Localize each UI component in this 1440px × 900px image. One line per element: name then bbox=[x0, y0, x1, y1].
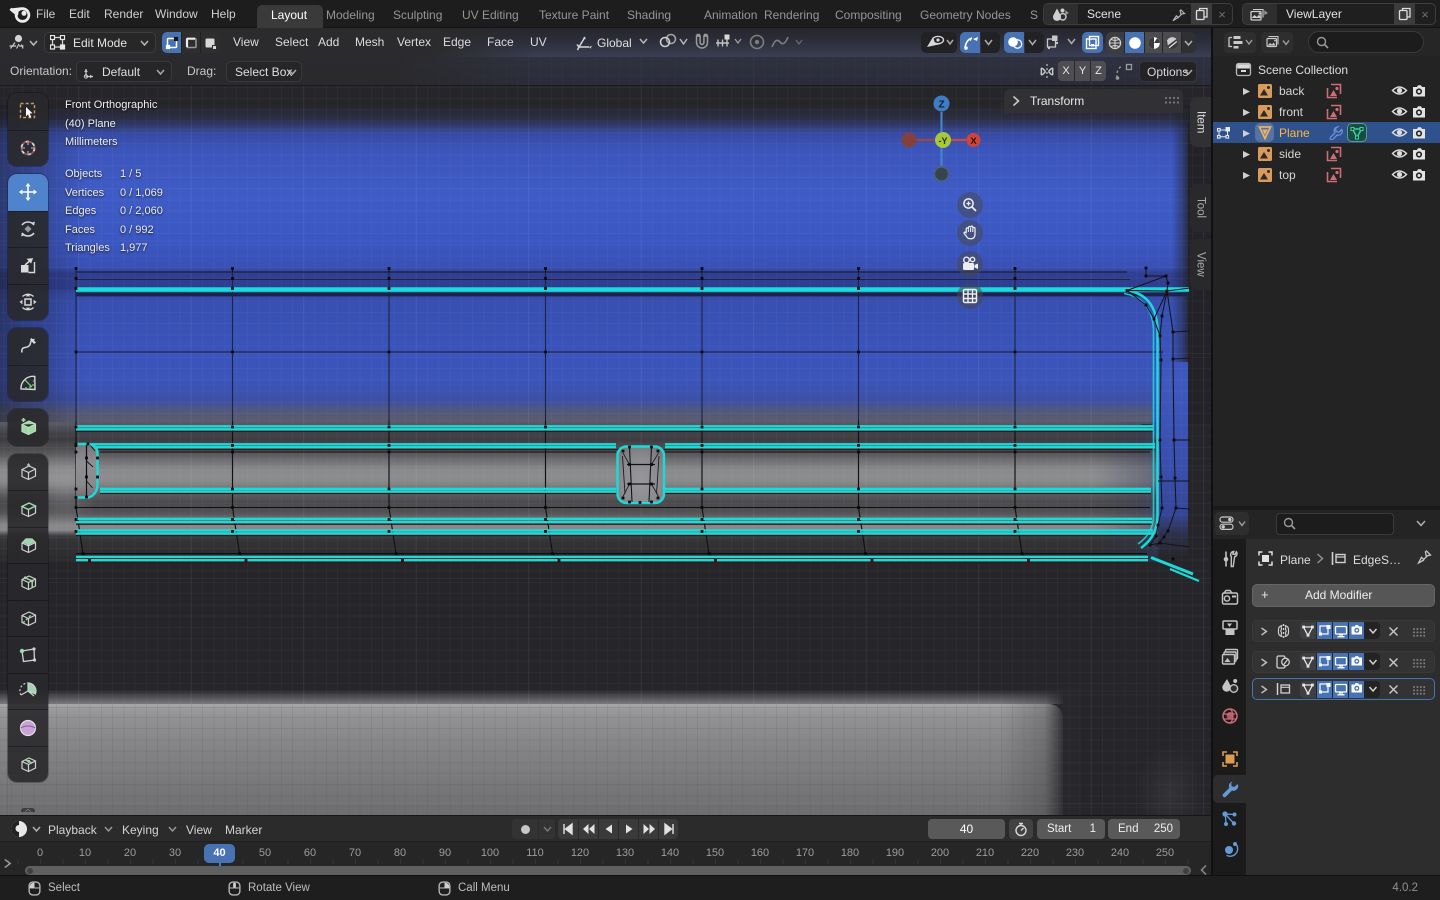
svg-text:X: X bbox=[970, 136, 977, 147]
svg-text:-Y: -Y bbox=[939, 136, 948, 146]
svg-text:Z: Z bbox=[938, 100, 944, 111]
